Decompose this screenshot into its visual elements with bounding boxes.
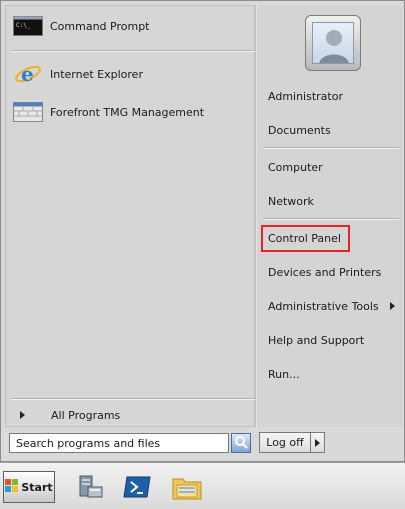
menu-item-label: Administrator (268, 89, 343, 103)
places-pane: Administrator Documents Computer Network… (257, 5, 402, 427)
menu-item-label: Network (268, 194, 314, 208)
program-internet-explorer[interactable]: e Internet Explorer (12, 60, 252, 88)
menu-item-label: Devices and Printers (268, 265, 382, 279)
menu-item-label: Run... (268, 367, 300, 381)
program-command-prompt[interactable]: C:\_ Command Prompt (12, 12, 252, 40)
menu-item-label: Administrative Tools (268, 299, 379, 313)
powershell-icon[interactable] (120, 471, 154, 503)
log-off-label: Log off (266, 436, 304, 449)
program-label: Command Prompt (50, 19, 150, 33)
search-input[interactable]: Search programs and files (9, 433, 229, 453)
windows-logo-icon (5, 478, 19, 496)
menu-separator (263, 218, 399, 219)
all-programs-separator (12, 398, 256, 399)
program-label: Internet Explorer (50, 67, 143, 81)
command-prompt-icon: C:\_ (12, 15, 44, 37)
user-account-picture[interactable] (305, 15, 361, 71)
search-button[interactable] (231, 433, 251, 453)
search-placeholder: Search programs and files (16, 436, 161, 450)
menu-item-documents[interactable]: Documents (267, 119, 399, 141)
start-menu-bottom-bar: Search programs and files Log off (5, 429, 402, 459)
forefront-tmg-icon (12, 101, 44, 123)
svg-text:C:\_: C:\_ (16, 22, 31, 29)
menu-item-label: Computer (268, 160, 323, 174)
explorer-folder-icon[interactable] (170, 471, 204, 503)
start-menu: C:\_ Command Prompt e Internet Explorer (0, 0, 405, 462)
all-programs-label: All Programs (51, 408, 121, 422)
server-manager-icon[interactable] (72, 471, 106, 503)
menu-item-computer[interactable]: Computer (267, 156, 399, 178)
program-forefront-tmg[interactable]: Forefront TMG Management (12, 98, 252, 126)
start-label: Start (21, 480, 53, 494)
menu-item-administrative-tools[interactable]: Administrative Tools (267, 295, 399, 317)
menu-separator (263, 147, 399, 148)
menu-item-devices-and-printers[interactable]: Devices and Printers (267, 261, 399, 283)
program-label: Forefront TMG Management (50, 105, 205, 119)
user-silhouette-icon (312, 22, 354, 64)
start-button[interactable]: Start (3, 471, 55, 503)
taskbar: Start (0, 462, 405, 509)
menu-item-label: Documents (268, 123, 331, 137)
menu-item-network[interactable]: Network (267, 190, 399, 212)
menu-item-run[interactable]: Run... (267, 363, 399, 385)
menu-item-help-and-support[interactable]: Help and Support (267, 329, 399, 351)
search-icon (234, 435, 248, 452)
chevron-right-icon (20, 411, 25, 419)
pinned-separator (12, 50, 256, 51)
shutdown-options-button[interactable] (311, 432, 325, 453)
chevron-right-icon (390, 302, 395, 310)
svg-text:e: e (21, 62, 34, 86)
chevron-right-icon (315, 438, 320, 447)
internet-explorer-icon: e (12, 62, 44, 86)
all-programs-button[interactable]: All Programs (12, 406, 252, 424)
log-off-button[interactable]: Log off (259, 432, 311, 453)
programs-pane: C:\_ Command Prompt e Internet Explorer (5, 5, 256, 427)
menu-item-administrator[interactable]: Administrator (267, 85, 399, 107)
highlight-box (261, 225, 350, 252)
menu-item-label: Help and Support (268, 333, 365, 347)
